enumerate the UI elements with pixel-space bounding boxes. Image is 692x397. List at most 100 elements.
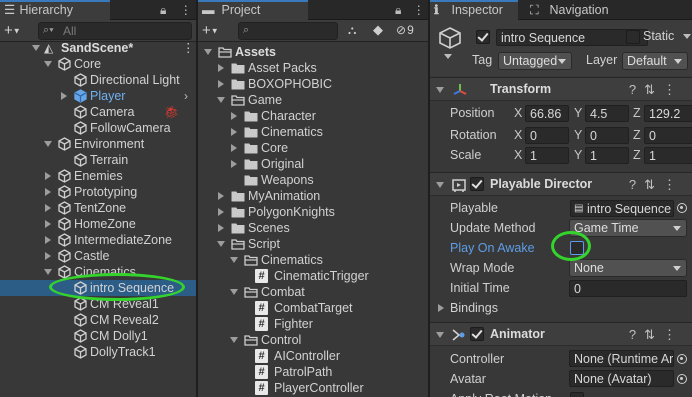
position-z-field[interactable]: 129.2 (644, 105, 692, 122)
hidden-packages-icon[interactable]: ⊘9 (396, 23, 414, 37)
apply-root-motion-checkbox[interactable] (570, 392, 584, 397)
more-menu-icon[interactable]: ⋮ (663, 82, 684, 97)
static-checkbox[interactable] (626, 30, 640, 44)
object-picker-icon[interactable] (677, 354, 687, 364)
expand-arrow-icon[interactable] (231, 160, 237, 168)
hierarchy-item[interactable]: TentZone (0, 200, 197, 216)
hierarchy-item[interactable]: DollyTrack1 (0, 344, 197, 360)
project-folder-item[interactable]: Asset Packs (198, 60, 428, 76)
expand-arrow-icon[interactable] (45, 204, 51, 212)
project-folder-item[interactable]: Original (198, 156, 428, 172)
hierarchy-search-input[interactable]: ⌕▾ All (38, 22, 192, 40)
tab-project[interactable]: ▬ Project (198, 0, 308, 20)
position-x-axis-label[interactable]: X (514, 103, 522, 123)
expand-arrow-icon[interactable] (218, 224, 224, 232)
presets-icon[interactable]: ⇅ (644, 177, 663, 192)
scale-z-axis-label[interactable]: Z (633, 145, 641, 165)
avatar-object-field[interactable]: None (Avatar) (569, 370, 674, 387)
project-folder-item[interactable]: Character (198, 108, 428, 124)
animator-header[interactable]: Animator ?⇅⋮ (430, 322, 692, 346)
project-folder-item[interactable]: Cinematics (198, 124, 428, 140)
hierarchy-item[interactable]: Camera 🐞︎ (0, 104, 197, 120)
project-folder-item[interactable]: PolygonKnights (198, 204, 428, 220)
controller-object-field[interactable]: None (Runtime Ar (569, 350, 674, 367)
position-y-field[interactable]: 4.5 (585, 105, 629, 122)
scale-x-axis-label[interactable]: X (514, 145, 522, 165)
lock-icon[interactable]: 🔒︎ (395, 3, 401, 17)
rotation-z-axis-label[interactable]: Z (633, 125, 641, 145)
hierarchy-item[interactable]: Core (0, 56, 197, 72)
scene-collapse-arrow-icon[interactable] (32, 45, 40, 51)
hierarchy-item[interactable]: Directional Light (0, 72, 197, 88)
project-script-item[interactable]: # CombatTarget (198, 300, 428, 316)
collapse-arrow-icon[interactable] (44, 61, 52, 67)
animator-enabled-checkbox[interactable] (470, 327, 484, 341)
position-x-field[interactable]: 66.86 (525, 105, 569, 122)
update-method-dropdown[interactable]: Game Time (569, 219, 687, 237)
help-icon[interactable]: ? (629, 82, 644, 97)
tab-hierarchy[interactable]: ☰ Hierarchy (0, 0, 110, 20)
expand-arrow-icon[interactable] (218, 208, 224, 216)
hierarchy-item[interactable]: HomeZone (0, 216, 197, 232)
project-script-item[interactable]: # AIController (198, 348, 428, 364)
gameobject-icon-dropdown-arrow[interactable] (444, 54, 452, 59)
project-script-item[interactable]: # CinematicTrigger (198, 268, 428, 284)
scale-z-field[interactable]: 1 (644, 147, 692, 164)
hierarchy-item[interactable]: Castle (0, 248, 197, 264)
wrap-mode-dropdown[interactable]: None (569, 259, 687, 277)
hierarchy-item[interactable]: Player › (0, 88, 197, 104)
hierarchy-item[interactable]: Environment (0, 136, 197, 152)
more-menu-icon[interactable]: ⋮ (413, 3, 425, 17)
hierarchy-item[interactable]: CM Reveal2 (0, 312, 197, 328)
collapse-arrow-icon[interactable] (217, 241, 225, 247)
create-asset-dropdown-button[interactable]: +▼ (202, 22, 219, 39)
collapse-arrow-icon[interactable] (204, 49, 212, 55)
project-folder-item[interactable]: Scenes (198, 220, 428, 236)
tab-inspector[interactable]: ℹ Inspector (430, 0, 518, 20)
bindings-expand-arrow-icon[interactable] (438, 304, 444, 312)
collapse-arrow-icon[interactable] (436, 87, 444, 93)
project-folder-item[interactable]: Assets (198, 44, 428, 60)
project-script-item[interactable]: # PlayerController (198, 380, 428, 396)
collapse-arrow-icon[interactable] (44, 141, 52, 147)
rotation-x-field[interactable]: 0 (525, 127, 569, 144)
tab-navigation[interactable]: ⛶ Navigation (526, 0, 636, 20)
expand-arrow-icon[interactable] (45, 236, 51, 244)
object-picker-icon[interactable] (677, 203, 687, 213)
rotation-y-axis-label[interactable]: Y (574, 125, 582, 145)
position-y-axis-label[interactable]: Y (574, 103, 582, 123)
project-folder-item[interactable]: BOXOPHOBIC (198, 76, 428, 92)
static-dropdown-arrow[interactable] (683, 34, 691, 39)
presets-icon[interactable]: ⇅ (644, 327, 663, 342)
search-by-type-icon[interactable]: ⛬ (348, 23, 356, 38)
playable-object-field[interactable]: ▤ intro Sequence (570, 200, 674, 217)
expand-arrow-icon[interactable] (45, 188, 51, 196)
expand-arrow-icon[interactable] (45, 172, 51, 180)
hierarchy-item[interactable]: IntermediateZone (0, 232, 197, 248)
collapse-arrow-icon[interactable] (230, 289, 238, 295)
expand-arrow-icon[interactable] (218, 80, 224, 88)
collapse-arrow-icon[interactable] (436, 332, 444, 338)
rotation-y-field[interactable]: 0 (585, 127, 629, 144)
project-folder-item[interactable]: Combat (198, 284, 428, 300)
bindings-row[interactable]: Bindings (430, 298, 692, 318)
scale-y-axis-label[interactable]: Y (574, 145, 582, 165)
more-menu-icon[interactable]: ⋮ (180, 3, 192, 17)
position-z-axis-label[interactable]: Z (633, 103, 641, 123)
project-script-item[interactable]: # Fighter (198, 316, 428, 332)
hierarchy-item[interactable]: CM Dolly1 (0, 328, 197, 344)
scale-x-field[interactable]: 1 (525, 147, 569, 164)
more-menu-icon[interactable]: ⋮ (182, 40, 195, 56)
project-folder-item[interactable]: MyAnimation (198, 188, 428, 204)
help-icon[interactable]: ? (629, 327, 644, 342)
create-dropdown-button[interactable]: +▼ (4, 22, 21, 39)
search-by-label-icon[interactable]: ◆ (373, 22, 383, 38)
expand-arrow-icon[interactable] (61, 92, 67, 100)
tag-dropdown[interactable]: Untagged (498, 52, 572, 70)
hierarchy-item[interactable]: Enemies (0, 168, 197, 184)
collapse-arrow-icon[interactable] (44, 269, 52, 275)
rotation-z-field[interactable]: 0 (644, 127, 692, 144)
more-menu-icon[interactable]: ⋮ (663, 327, 684, 342)
expand-arrow-icon[interactable] (231, 144, 237, 152)
project-folder-item[interactable]: Cinematics (198, 252, 428, 268)
